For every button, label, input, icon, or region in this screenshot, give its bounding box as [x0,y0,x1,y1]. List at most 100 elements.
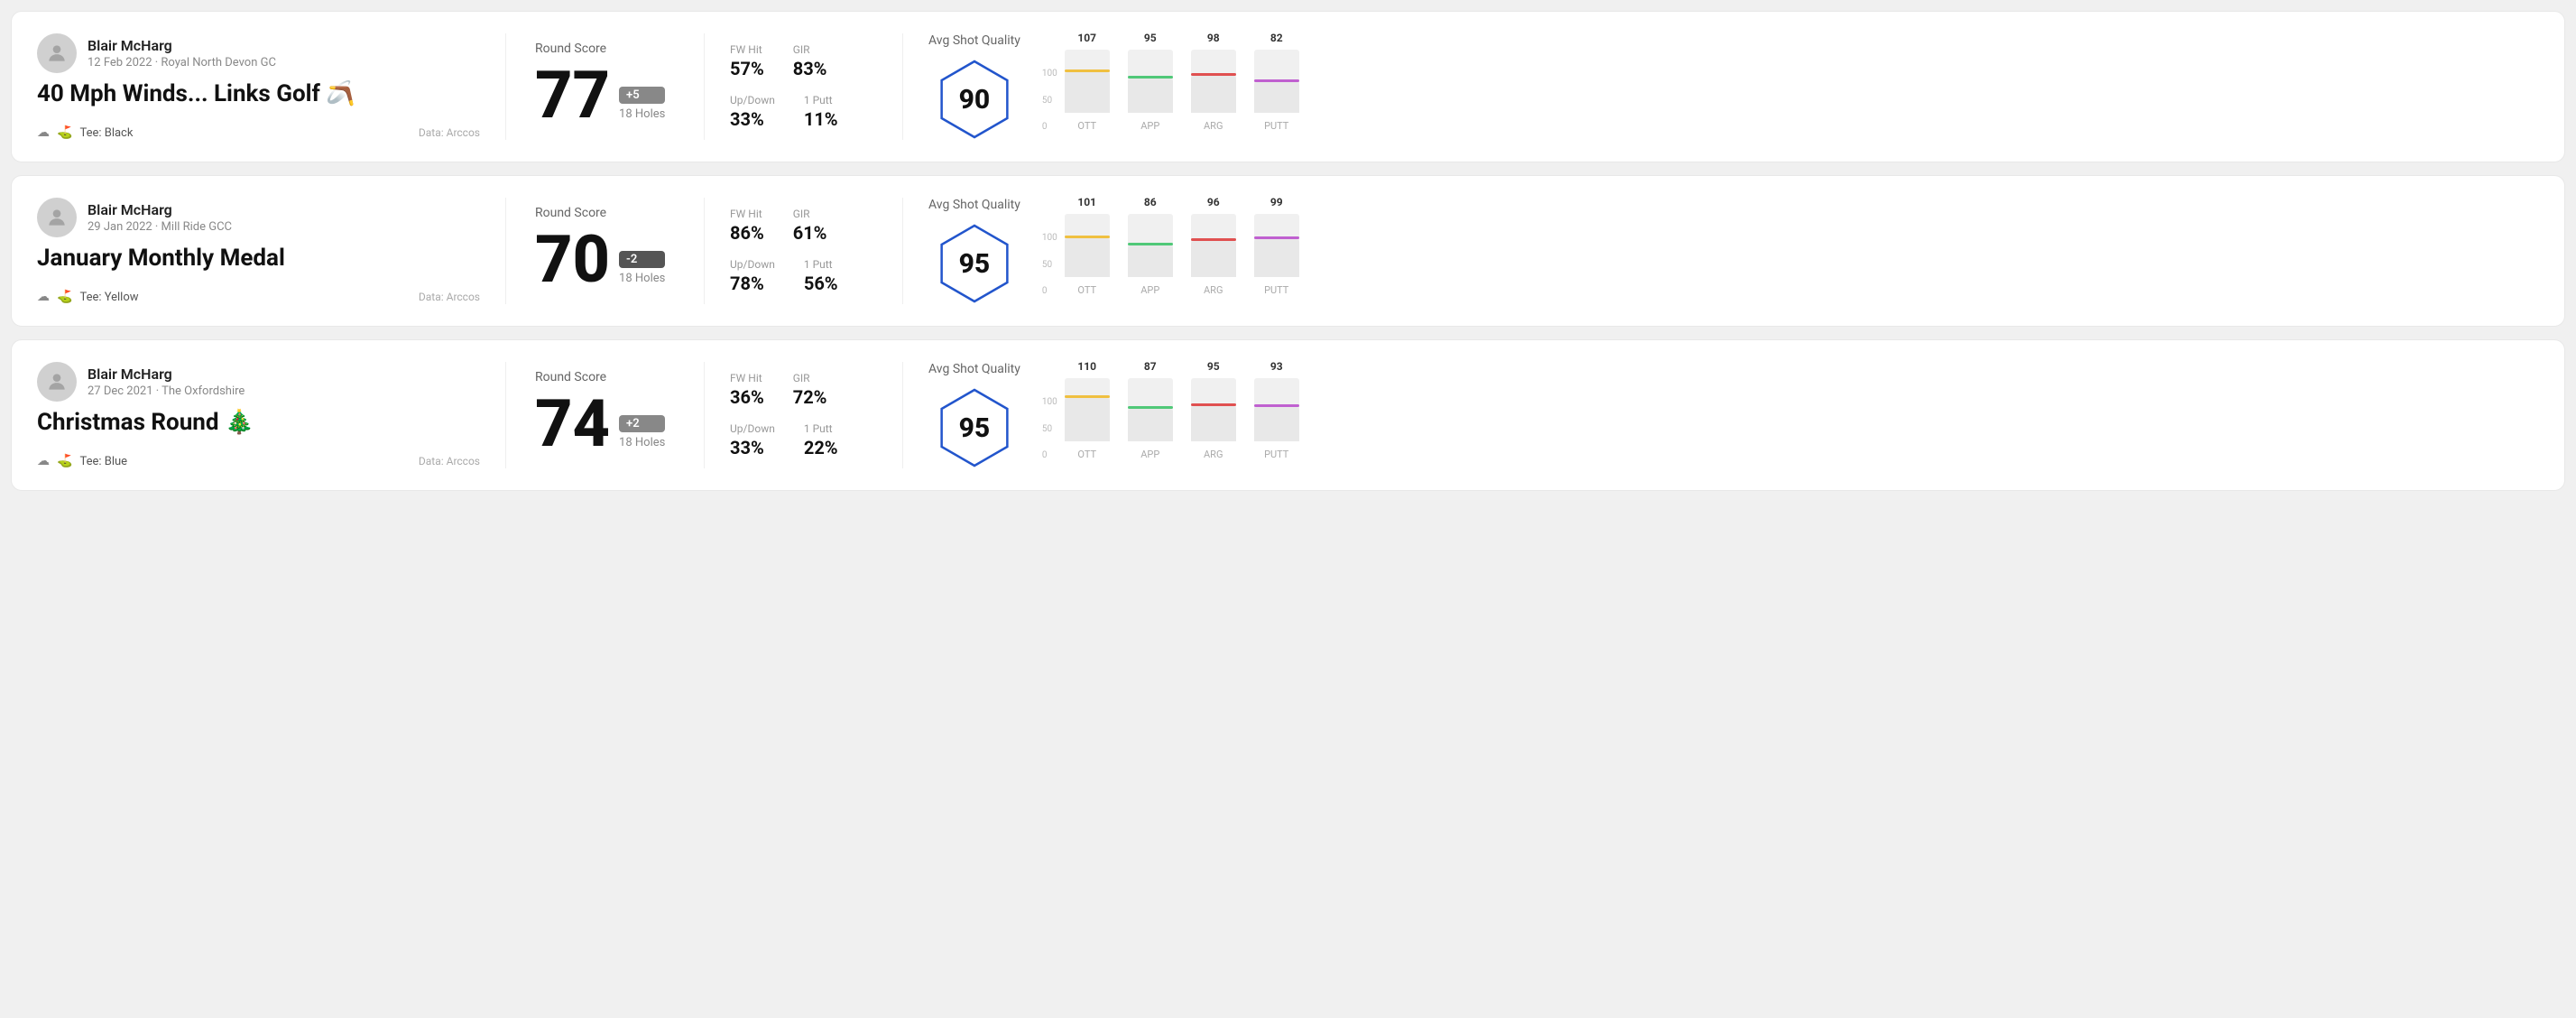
user-info: Blair McHarg 29 Jan 2022 · Mill Ride GCC [88,201,232,234]
bar-marker [1254,236,1299,239]
score-badge: -2 [619,251,665,268]
bar-column: 107 OTT [1065,32,1110,132]
tee-info: ☁ ⛳ Tee: Yellow [37,290,139,304]
bar-category-label: PUTT [1264,449,1288,460]
stat-fw-hit: FW Hit 57% [730,43,764,79]
card-footer: ☁ ⛳ Tee: Yellow Data: Arccos [37,290,480,304]
hexagon-container: Avg Shot Quality 95 [928,198,1020,304]
bar-value-label: 82 [1270,32,1283,44]
hexagon-score: 90 [959,84,991,116]
one-putt-value: 11% [804,108,838,130]
bar-fill [1191,406,1236,441]
bar-marker [1065,395,1110,398]
round-title: Christmas Round 🎄 [37,409,480,437]
avatar [37,362,77,402]
chart-y-label: 0 [1042,122,1057,132]
bar-column: 95 APP [1128,32,1173,132]
bar-wrapper [1254,214,1299,277]
bar-value-label: 86 [1144,196,1157,208]
score-holes: 18 Holes [619,107,665,121]
bar-chart-wrap: 100500 107 OTT 95 APP 98 ARG 82 [1042,42,2514,132]
bar-category-label: PUTT [1264,284,1288,296]
bar-fill [1191,241,1236,277]
stat-one-putt: 1 Putt 11% [804,94,838,130]
bar-marker [1128,243,1173,245]
user-row: Blair McHarg 29 Jan 2022 · Mill Ride GCC [37,198,480,237]
user-date: 12 Feb 2022 · Royal North Devon GC [88,56,276,69]
user-row: Blair McHarg 27 Dec 2021 · The Oxfordshi… [37,362,480,402]
bar-chart-wrap: 100500 110 OTT 87 APP 95 ARG 93 [1042,370,2514,460]
tee-label: Tee: Yellow [79,291,138,304]
updown-label: Up/Down [730,258,775,271]
score-number: 70 [535,227,610,292]
bar-value-label: 107 [1077,32,1096,44]
bar-fill [1254,239,1299,277]
bar-wrapper [1128,378,1173,441]
round-title: 40 Mph Winds... Links Golf 🪃 [37,80,480,108]
weather-icon: ☁ [37,125,50,140]
fw-hit-value: 86% [730,222,764,244]
round-card: Blair McHarg 12 Feb 2022 · Royal North D… [11,11,2565,162]
bar-category-label: ARG [1204,284,1223,296]
bar-chart-wrap: 100500 101 OTT 86 APP 96 ARG 99 [1042,206,2514,296]
card-stats: FW Hit 57% GIR 83% Up/Down 33% 1 Putt 11… [705,33,903,140]
data-source: Data: Arccos [419,291,480,303]
bar-marker [1065,236,1110,238]
bar-column: 96 ARG [1191,196,1236,296]
bar-column: 82 PUTT [1254,32,1299,132]
stat-updown: Up/Down 33% [730,94,775,130]
card-stats: FW Hit 36% GIR 72% Up/Down 33% 1 Putt 22… [705,362,903,468]
bar-category-label: PUTT [1264,120,1288,132]
round-card: Blair McHarg 29 Jan 2022 · Mill Ride GCC… [11,175,2565,327]
user-info: Blair McHarg 12 Feb 2022 · Royal North D… [88,37,276,69]
bar-value-label: 99 [1270,196,1283,208]
hexagon: 90 [934,59,1015,140]
score-main: 77 +5 18 Holes [535,63,675,128]
bar-value-label: 95 [1207,360,1220,373]
one-putt-label: 1 Putt [804,422,838,435]
user-date: 27 Dec 2021 · The Oxfordshire [88,384,245,398]
one-putt-label: 1 Putt [804,94,838,106]
quality-label: Avg Shot Quality [928,198,1020,212]
stat-fw-hit: FW Hit 86% [730,208,764,244]
card-footer: ☁ ⛳ Tee: Blue Data: Arccos [37,454,480,468]
bar-column: 101 OTT [1065,196,1110,296]
golf-icon: ⛳ [57,290,72,304]
updown-value: 33% [730,437,775,458]
bar-marker [1191,73,1236,76]
bar-wrapper [1191,50,1236,113]
chart-y-label: 50 [1042,424,1057,434]
stat-one-putt: 1 Putt 56% [804,258,838,294]
score-main: 74 +2 18 Holes [535,392,675,457]
chart-y-label: 0 [1042,286,1057,296]
one-putt-value: 56% [804,273,838,294]
gir-label: GIR [793,208,827,220]
weather-icon: ☁ [37,454,50,468]
fw-hit-label: FW Hit [730,208,764,220]
hexagon-score: 95 [959,248,991,280]
stat-gir: GIR 72% [793,372,827,408]
score-badge-col: +5 18 Holes [619,87,665,128]
score-label: Round Score [535,42,675,56]
bar-value-label: 95 [1144,32,1157,44]
hexagon: 95 [934,387,1015,468]
score-label: Round Score [535,370,675,384]
bar-category-label: APP [1140,120,1159,132]
one-putt-value: 22% [804,437,838,458]
user-name: Blair McHarg [88,366,245,383]
score-badge: +2 [619,415,665,432]
hexagon: 95 [934,223,1015,304]
stats-row-top: FW Hit 57% GIR 83% [730,43,877,79]
bar-column: 95 ARG [1191,360,1236,460]
tee-info: ☁ ⛳ Tee: Blue [37,454,127,468]
golf-icon: ⛳ [57,454,72,468]
score-number: 77 [535,63,610,128]
bar-wrapper [1191,214,1236,277]
gir-value: 83% [793,58,827,79]
bar-value-label: 87 [1144,360,1157,373]
golf-icon: ⛳ [57,125,72,140]
avatar [37,33,77,73]
gir-label: GIR [793,43,827,56]
chart-y-label: 50 [1042,96,1057,106]
bar-marker [1254,404,1299,407]
